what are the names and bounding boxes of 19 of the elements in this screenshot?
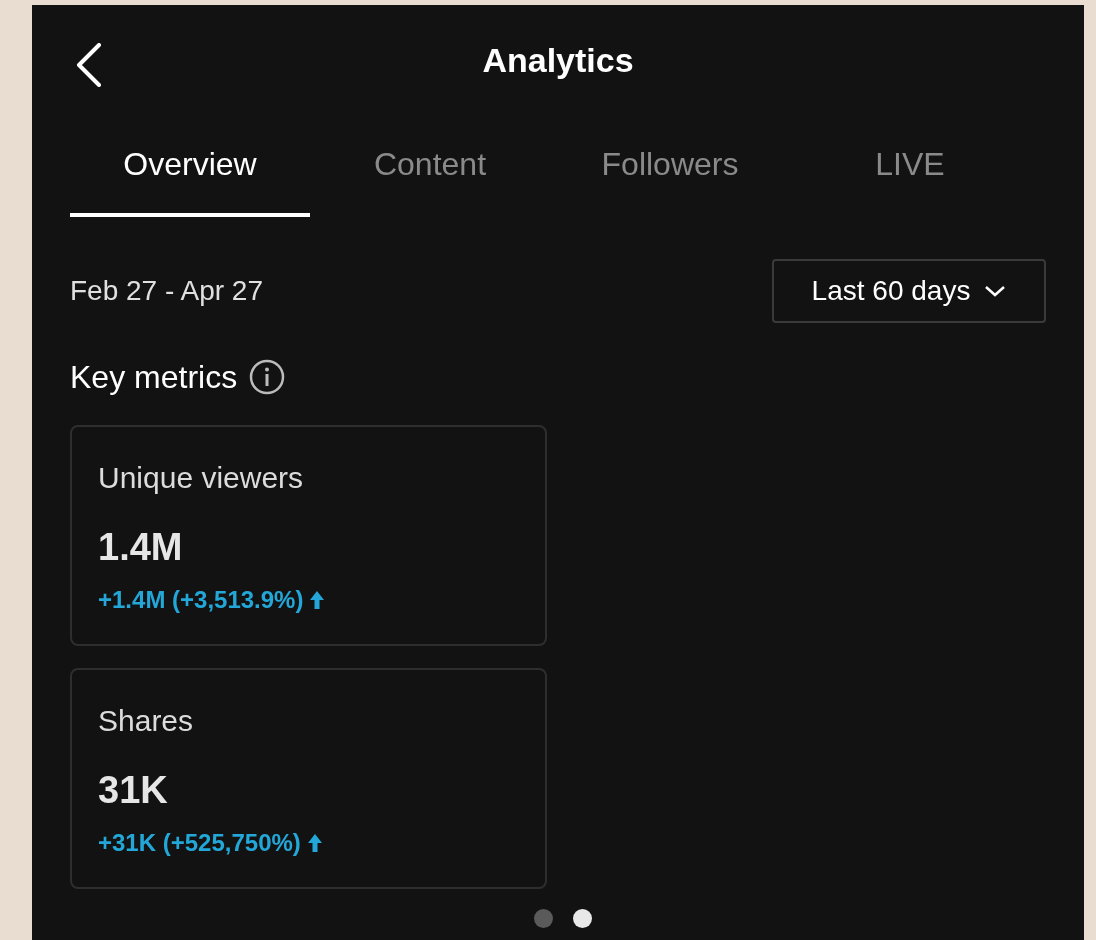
tab[interactable]: Overview xyxy=(70,115,310,217)
metric-card[interactable]: Unique viewers 1.4M +1.4M (+3,513.9%) xyxy=(70,425,547,646)
screen-title: Analytics xyxy=(482,39,634,81)
tab[interactable]: Content xyxy=(310,115,550,217)
back-chevron-icon xyxy=(75,43,103,87)
metric-label: Unique viewers xyxy=(98,460,305,496)
metric-card[interactable]: Shares 31K +31K (+525,750%) xyxy=(70,668,547,889)
chevron-down-icon xyxy=(984,285,1007,297)
metric-value: 31K xyxy=(98,771,169,809)
date-range: Feb 27 - Apr 27 xyxy=(70,274,263,308)
info-icon[interactable] xyxy=(249,359,286,395)
tab[interactable]: Followers xyxy=(550,115,790,217)
metric-label: Shares xyxy=(98,703,195,739)
period-dropdown[interactable]: Last 60 days xyxy=(772,259,1046,323)
section-title: Key metrics xyxy=(70,358,238,397)
metric-value: 1.4M xyxy=(98,528,184,566)
metric-change: +1.4M (+3,513.9%) xyxy=(98,585,304,615)
tab[interactable]: LIVE xyxy=(790,115,1030,217)
metric-change: +31K (+525,750%) xyxy=(98,828,301,858)
